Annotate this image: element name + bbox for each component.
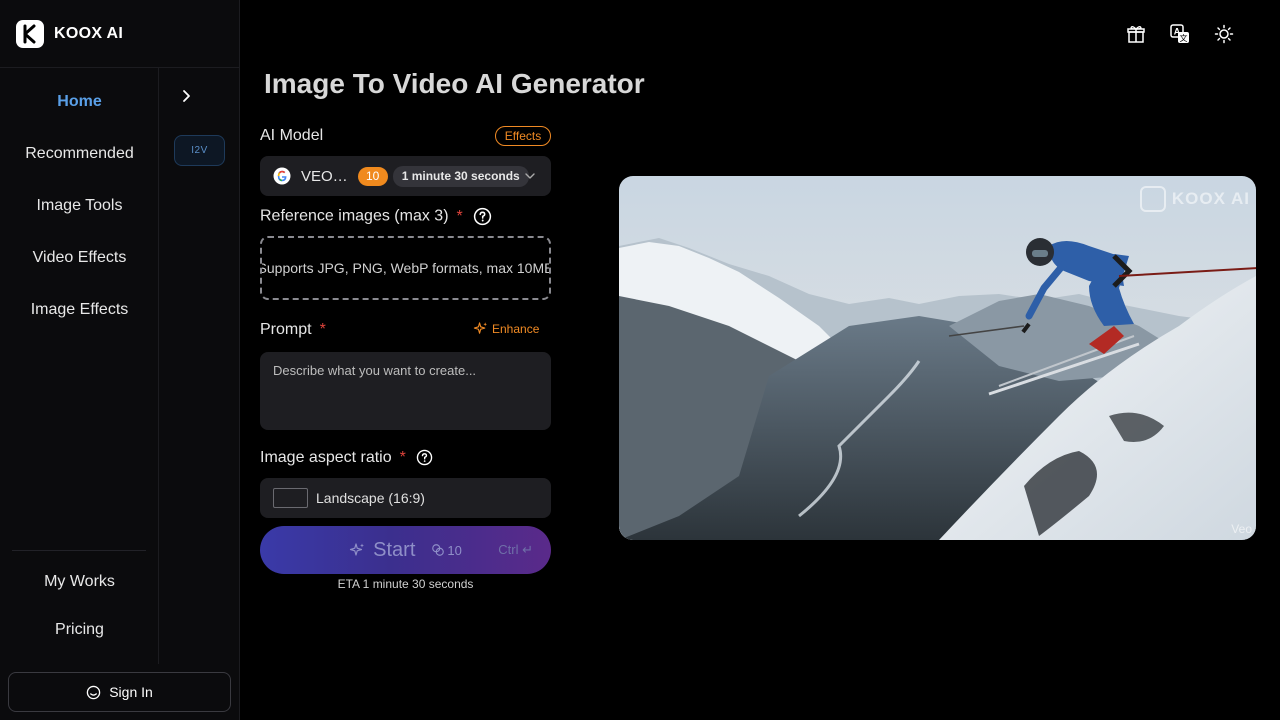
- required-mark: *: [456, 207, 463, 225]
- credit-cost-badge: 10: [357, 166, 388, 186]
- prompt-label-text: Prompt: [260, 321, 312, 338]
- start-credit-cost: 10: [431, 542, 462, 558]
- help-icon[interactable]: [473, 207, 492, 226]
- gift-icon[interactable]: [1124, 22, 1148, 46]
- help-icon[interactable]: [416, 449, 433, 466]
- koox-logo-icon: [16, 20, 44, 48]
- translate-icon[interactable]: A文: [1168, 22, 1192, 46]
- ai-model-label: AI Model: [260, 127, 324, 144]
- main-nav: Home Recommended Image Tools Video Effec…: [0, 68, 159, 664]
- nav-item-image-tools[interactable]: Image Tools: [0, 197, 159, 215]
- start-button[interactable]: Start 10 Ctrl ↵: [260, 526, 551, 574]
- skier-preview-image: [619, 176, 1256, 540]
- prompt-input[interactable]: [260, 352, 551, 430]
- aspect-ratio-label-text: Image aspect ratio: [260, 449, 392, 466]
- svg-text:文: 文: [1180, 33, 1188, 43]
- required-mark: *: [319, 321, 326, 338]
- chevron-down-icon: [525, 173, 535, 179]
- reference-images-label: Reference images (max 3) *: [260, 207, 492, 226]
- chevron-right-icon[interactable]: [178, 88, 194, 104]
- page-title: Image To Video AI Generator: [264, 68, 645, 99]
- nav-divider: [12, 550, 146, 551]
- google-icon: [273, 167, 291, 185]
- brand[interactable]: KOOX AI: [16, 19, 123, 49]
- coins-icon: [432, 544, 445, 556]
- ai-model-select[interactable]: VEO… 10 1 minute 30 seconds: [260, 156, 551, 196]
- i2v-tab[interactable]: I2V: [174, 135, 225, 166]
- aspect-ratio-select[interactable]: Landscape (16:9): [260, 478, 551, 518]
- prompt-label: Prompt *: [260, 321, 326, 339]
- smile-icon: [86, 685, 101, 699]
- start-label: Start: [373, 538, 416, 561]
- duration-badge: 1 minute 30 seconds: [392, 165, 529, 187]
- model-name: VEO…: [301, 167, 348, 185]
- watermark: KOOX AI: [1139, 186, 1250, 212]
- koox-logo-icon: [1139, 186, 1166, 212]
- nav-item-my-works[interactable]: My Works: [0, 573, 159, 591]
- nav-item-video-effects[interactable]: Video Effects: [0, 249, 159, 267]
- effects-badge[interactable]: Effects: [495, 126, 551, 146]
- upload-hint: Supports JPG, PNG, WebP formats, max 10M…: [260, 260, 551, 276]
- enhance-label: Enhance: [492, 321, 540, 336]
- keyboard-shortcut-hint: Ctrl ↵: [498, 542, 533, 557]
- landscape-ratio-icon: [273, 488, 308, 508]
- aspect-ratio-value: Landscape (16:9): [316, 490, 425, 506]
- enhance-button[interactable]: Enhance: [473, 321, 539, 336]
- eta-text: ETA 1 minute 30 seconds: [337, 577, 474, 591]
- veo-watermark: Veo: [1231, 522, 1252, 536]
- sub-nav: I2V: [160, 68, 239, 664]
- nav-item-home[interactable]: Home: [0, 93, 159, 111]
- sign-in-label: Sign In: [109, 684, 153, 700]
- aspect-ratio-label: Image aspect ratio *: [260, 449, 433, 467]
- nav-item-recommended[interactable]: Recommended: [0, 145, 159, 163]
- sparkle-icon: [350, 543, 365, 556]
- sign-in-button[interactable]: Sign In: [8, 672, 231, 712]
- preview-video[interactable]: KOOX AI Veo: [619, 176, 1256, 540]
- sidebar: KOOX AI Home Recommended Image Tools Vid…: [0, 0, 240, 720]
- start-cost-value: 10: [447, 542, 462, 558]
- sun-icon[interactable]: [1212, 22, 1236, 46]
- required-mark: *: [399, 449, 406, 466]
- nav-item-image-effects[interactable]: Image Effects: [0, 301, 159, 319]
- reference-images-label-text: Reference images (max 3): [260, 207, 449, 225]
- watermark-text: KOOX AI: [1171, 189, 1250, 208]
- reference-image-dropzone[interactable]: Supports JPG, PNG, WebP formats, max 10M…: [260, 236, 551, 300]
- nav-item-pricing[interactable]: Pricing: [0, 621, 159, 639]
- sparkle-icon: [473, 322, 488, 334]
- brand-name: KOOX AI: [54, 25, 124, 42]
